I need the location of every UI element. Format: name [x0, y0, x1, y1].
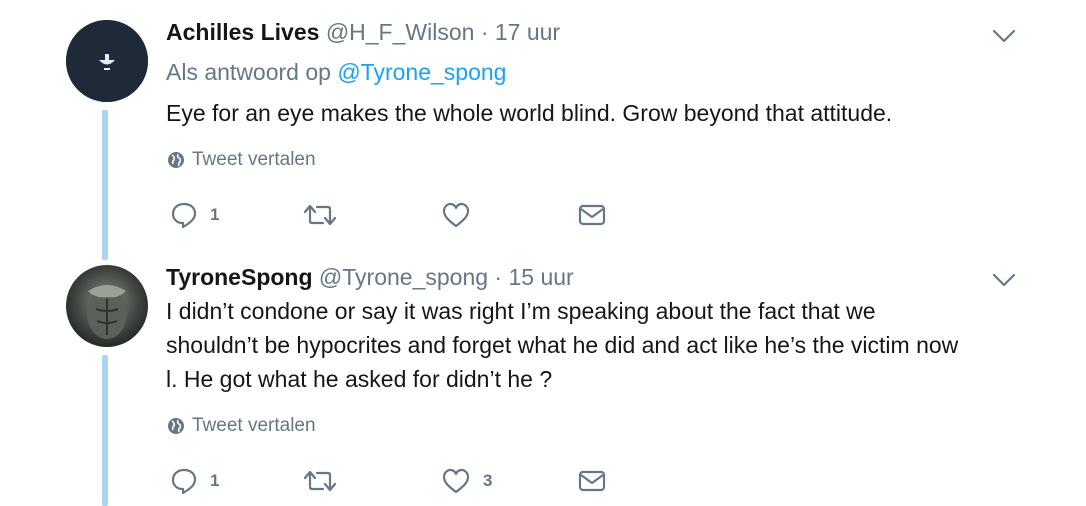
- thread-line: [102, 110, 108, 260]
- avatar-image: [66, 20, 148, 102]
- tweet-text-line: l. He got what he asked for didn’t he ?: [166, 366, 553, 392]
- separator: ·: [480, 19, 489, 45]
- like-button[interactable]: 3: [441, 467, 492, 495]
- tweet-text-line: shouldn’t be hypocrites and forget what …: [166, 332, 959, 358]
- avatar-image: [66, 265, 148, 347]
- reply-button[interactable]: 1: [170, 467, 219, 495]
- tweet-header: TyroneSpong @Tyrone_spong · 15 uur: [166, 264, 574, 291]
- timestamp[interactable]: 15 uur: [508, 264, 573, 290]
- timestamp[interactable]: 17 uur: [495, 19, 560, 45]
- thread-line: [102, 355, 108, 506]
- reply-count: 1: [210, 205, 220, 224]
- reply-context: Als antwoord op @Tyrone_spong: [166, 59, 506, 86]
- tweet-header: Achilles Lives @H_F_Wilson · 17 uur: [166, 19, 560, 46]
- reply-mention-link[interactable]: @Tyrone_spong: [337, 59, 506, 85]
- like-count: 3: [483, 471, 493, 490]
- display-name[interactable]: TyroneSpong: [166, 264, 313, 290]
- reply-icon: [171, 202, 197, 229]
- like-icon: [442, 468, 470, 494]
- reply-icon: [171, 468, 197, 495]
- avatar[interactable]: [66, 265, 148, 347]
- message-icon: [578, 204, 606, 226]
- globe-icon: [168, 152, 184, 168]
- reply-button[interactable]: 1: [170, 201, 219, 229]
- user-handle[interactable]: @Tyrone_spong: [319, 264, 488, 290]
- like-icon: [442, 202, 470, 228]
- avatar[interactable]: [66, 20, 148, 102]
- translate-tweet-link[interactable]: Tweet vertalen: [166, 415, 316, 437]
- tweet-text: I didn’t condone or say it was right I’m…: [166, 294, 1046, 396]
- user-handle[interactable]: @H_F_Wilson: [326, 19, 475, 45]
- chevron-down-icon[interactable]: [990, 270, 1018, 290]
- tweet-text-line: I didn’t condone or say it was right I’m…: [166, 298, 876, 324]
- tweet-text: Eye for an eye makes the whole world bli…: [166, 96, 1046, 130]
- retweet-icon: [303, 204, 337, 226]
- retweet-icon: [303, 470, 337, 492]
- translate-label: Tweet vertalen: [192, 415, 316, 436]
- retweet-button[interactable]: [303, 467, 349, 495]
- translate-tweet-link[interactable]: Tweet vertalen: [166, 149, 316, 171]
- separator: ·: [494, 264, 503, 290]
- like-button[interactable]: [441, 201, 483, 229]
- display-name[interactable]: Achilles Lives: [166, 19, 319, 45]
- message-icon: [578, 470, 606, 492]
- tweet-text-line: Eye for an eye makes the whole world bli…: [166, 100, 893, 126]
- direct-message-button[interactable]: [578, 469, 606, 493]
- chevron-down-icon[interactable]: [990, 26, 1018, 46]
- retweet-button[interactable]: [303, 201, 349, 229]
- globe-icon: [168, 418, 184, 434]
- direct-message-button[interactable]: [578, 203, 606, 227]
- translate-label: Tweet vertalen: [192, 149, 316, 170]
- reply-prefix: Als antwoord op: [166, 59, 338, 85]
- reply-count: 1: [210, 471, 220, 490]
